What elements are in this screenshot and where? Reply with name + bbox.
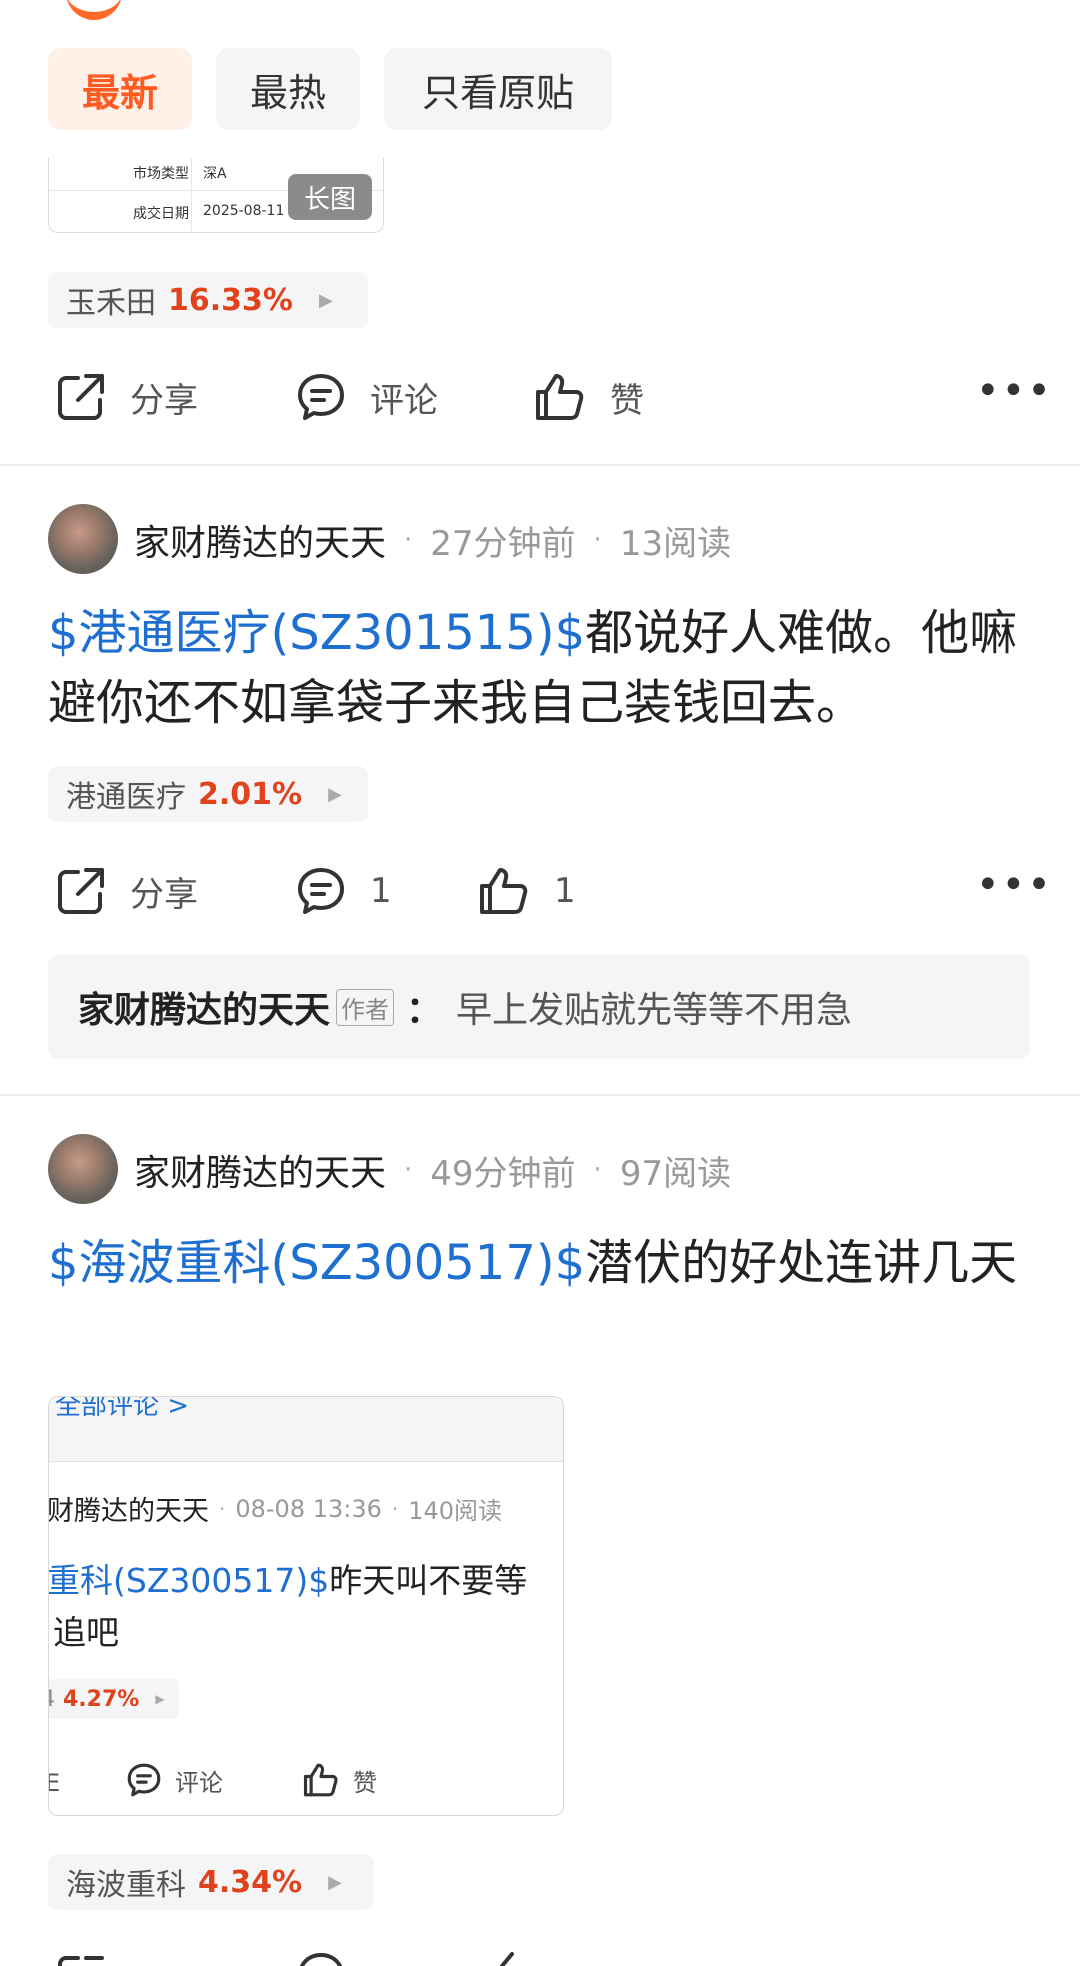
share-label: 分享 <box>130 874 198 915</box>
post-time: 49分钟前 <box>430 1153 576 1194</box>
stock-chip[interactable]: 玉禾田 16.33% ▶ <box>48 272 368 328</box>
reply-author[interactable]: 家财腾达的天天 <box>78 981 330 1033</box>
more-icon[interactable]: ••• <box>976 368 1053 414</box>
tab-original-only[interactable]: 只看原贴 <box>384 48 612 130</box>
post-content[interactable]: $港通医疗(SZ301515)$都说好人难做。他嘛避你还不如拿袋子来我自己装钱回… <box>48 598 1048 738</box>
share-button[interactable]: 分享 <box>54 864 198 918</box>
embedded-text: 昨天叫不要等 <box>329 1561 528 1600</box>
triangle-right-icon: ▶ <box>328 783 342 805</box>
post-time: 27分钟前 <box>430 523 576 564</box>
triangle-right-icon: ▶ <box>318 289 333 311</box>
stock-chip-name: 玉禾田 <box>66 286 156 321</box>
triangle-right-icon: ▶ <box>155 1692 165 1706</box>
share-icon <box>58 868 104 914</box>
comment-button[interactable]: 1 <box>294 864 392 918</box>
post-meta: 家财腾达的天天 · 27分钟前 · 13阅读 <box>134 514 731 566</box>
divider <box>0 1094 1080 1096</box>
embedded-text: 追吧 <box>53 1613 119 1652</box>
table-key: 成交日期 <box>133 206 189 222</box>
separator-dot: · <box>593 1155 602 1185</box>
long-image-badge: 长图 <box>288 174 372 220</box>
like-icon <box>480 868 528 914</box>
comment-button[interactable]: 评论 <box>294 370 438 424</box>
share-icon <box>58 374 104 420</box>
comment-icon[interactable] <box>294 1952 348 1966</box>
stock-chip[interactable]: 港通医疗 2.01% ▶ <box>48 766 368 822</box>
embedded-chip-fragment: 4 <box>49 1687 55 1712</box>
embedded-like-label: 赞 <box>353 1768 377 1797</box>
post-content[interactable]: $海波重科(SZ300517)$潜伏的好处连讲几天 <box>48 1228 1048 1298</box>
read-count: 97阅读 <box>619 1153 732 1194</box>
like-icon[interactable] <box>490 1950 520 1966</box>
embedded-meta: 财腾达的天天 · 08-08 13:36 · 140阅读 <box>48 1489 503 1528</box>
author-badge: 作者 <box>336 988 395 1026</box>
embedded-reads: 140阅读 <box>408 1497 503 1525</box>
like-icon <box>536 374 584 420</box>
avatar[interactable] <box>48 1134 118 1204</box>
like-icon <box>303 1763 338 1797</box>
separator-dot: · <box>391 1496 399 1521</box>
stock-link[interactable]: $港通医疗(SZ301515)$ <box>48 605 585 661</box>
stock-chip-name: 港通医疗 <box>66 780 186 815</box>
comment-label: 评论 <box>370 380 438 421</box>
more-icon[interactable]: ••• <box>976 862 1053 908</box>
embedded-stock-link: 重科(SZ300517)$ <box>48 1561 330 1600</box>
table-value: 2025-08-11 <box>203 203 285 219</box>
stock-chip-percent: 16.33% <box>168 282 293 318</box>
stock-chip-name: 海波重科 <box>66 1868 186 1903</box>
reply-text: 早上发贴就先等等不用急 <box>456 990 853 1031</box>
author-name[interactable]: 家财腾达的天天 <box>134 514 386 566</box>
embedded-share-fragment: E <box>49 1769 60 1797</box>
stock-chip-percent: 4.34% <box>198 1864 303 1900</box>
separator-dot: · <box>404 525 413 555</box>
author-reply[interactable]: 家财腾达的天天 作者 ： 早上发贴就先等等不用急 <box>48 955 1030 1059</box>
comment-icon <box>298 374 344 420</box>
read-count: 13阅读 <box>619 523 732 564</box>
embedded-comment-action: 评论 <box>125 1761 223 1799</box>
share-button[interactable]: 分享 <box>54 370 198 424</box>
share-label: 分享 <box>130 380 198 421</box>
stock-chip-percent: 2.01% <box>198 776 303 812</box>
comment-count: 1 <box>370 871 392 911</box>
triangle-right-icon: ▶ <box>328 1871 342 1893</box>
comment-icon <box>298 868 344 914</box>
like-button[interactable]: 1 <box>476 864 576 918</box>
separator-dot: · <box>219 1496 226 1521</box>
separator-dot: · <box>593 525 602 555</box>
post-meta: 家财腾达的天天 · 49分钟前 · 97阅读 <box>134 1144 731 1196</box>
tab-hottest[interactable]: 最热 <box>216 48 360 130</box>
like-count: 1 <box>554 871 576 911</box>
table-key: 市场类型 <box>133 166 189 182</box>
like-label: 赞 <box>610 380 644 421</box>
stock-link[interactable]: $海波重科(SZ300517)$ <box>48 1235 585 1291</box>
divider <box>0 464 1080 466</box>
separator-dot: · <box>404 1155 413 1185</box>
reply-colon: ： <box>406 990 443 1031</box>
comment-icon <box>127 1763 161 1797</box>
post-text: 潜伏的好处连讲几天 <box>585 1235 1018 1291</box>
stock-chip[interactable]: 海波重科 4.34% ▶ <box>48 1854 374 1910</box>
embedded-stock-chip: 4 4.27% ▶ <box>49 1679 179 1719</box>
tab-latest[interactable]: 最新 <box>48 48 192 130</box>
embedded-comment-label: 评论 <box>175 1768 223 1797</box>
embedded-author: 财腾达的天天 <box>48 1496 209 1527</box>
embedded-chip-percent: 4.27% <box>63 1686 140 1712</box>
like-button[interactable]: 赞 <box>532 370 644 424</box>
share-icon[interactable] <box>54 1950 108 1966</box>
table-value: 深A <box>203 166 227 182</box>
logo-fragment <box>66 0 122 20</box>
avatar[interactable] <box>48 504 118 574</box>
embedded-content: 重科(SZ300517)$昨天叫不要等 追吧 <box>48 1555 528 1659</box>
embedded-topbar: 全部评论 > <box>49 1397 563 1462</box>
author-name[interactable]: 家财腾达的天天 <box>134 1144 386 1196</box>
embedded-like-action: 赞 <box>301 1761 377 1799</box>
embedded-all-comments-link: 全部评论 > <box>55 1396 190 1421</box>
embedded-screenshot[interactable]: 全部评论 > 财腾达的天天 · 08-08 13:36 · 140阅读 重科(S… <box>48 1396 564 1816</box>
embedded-time: 08-08 13:36 <box>235 1494 382 1523</box>
